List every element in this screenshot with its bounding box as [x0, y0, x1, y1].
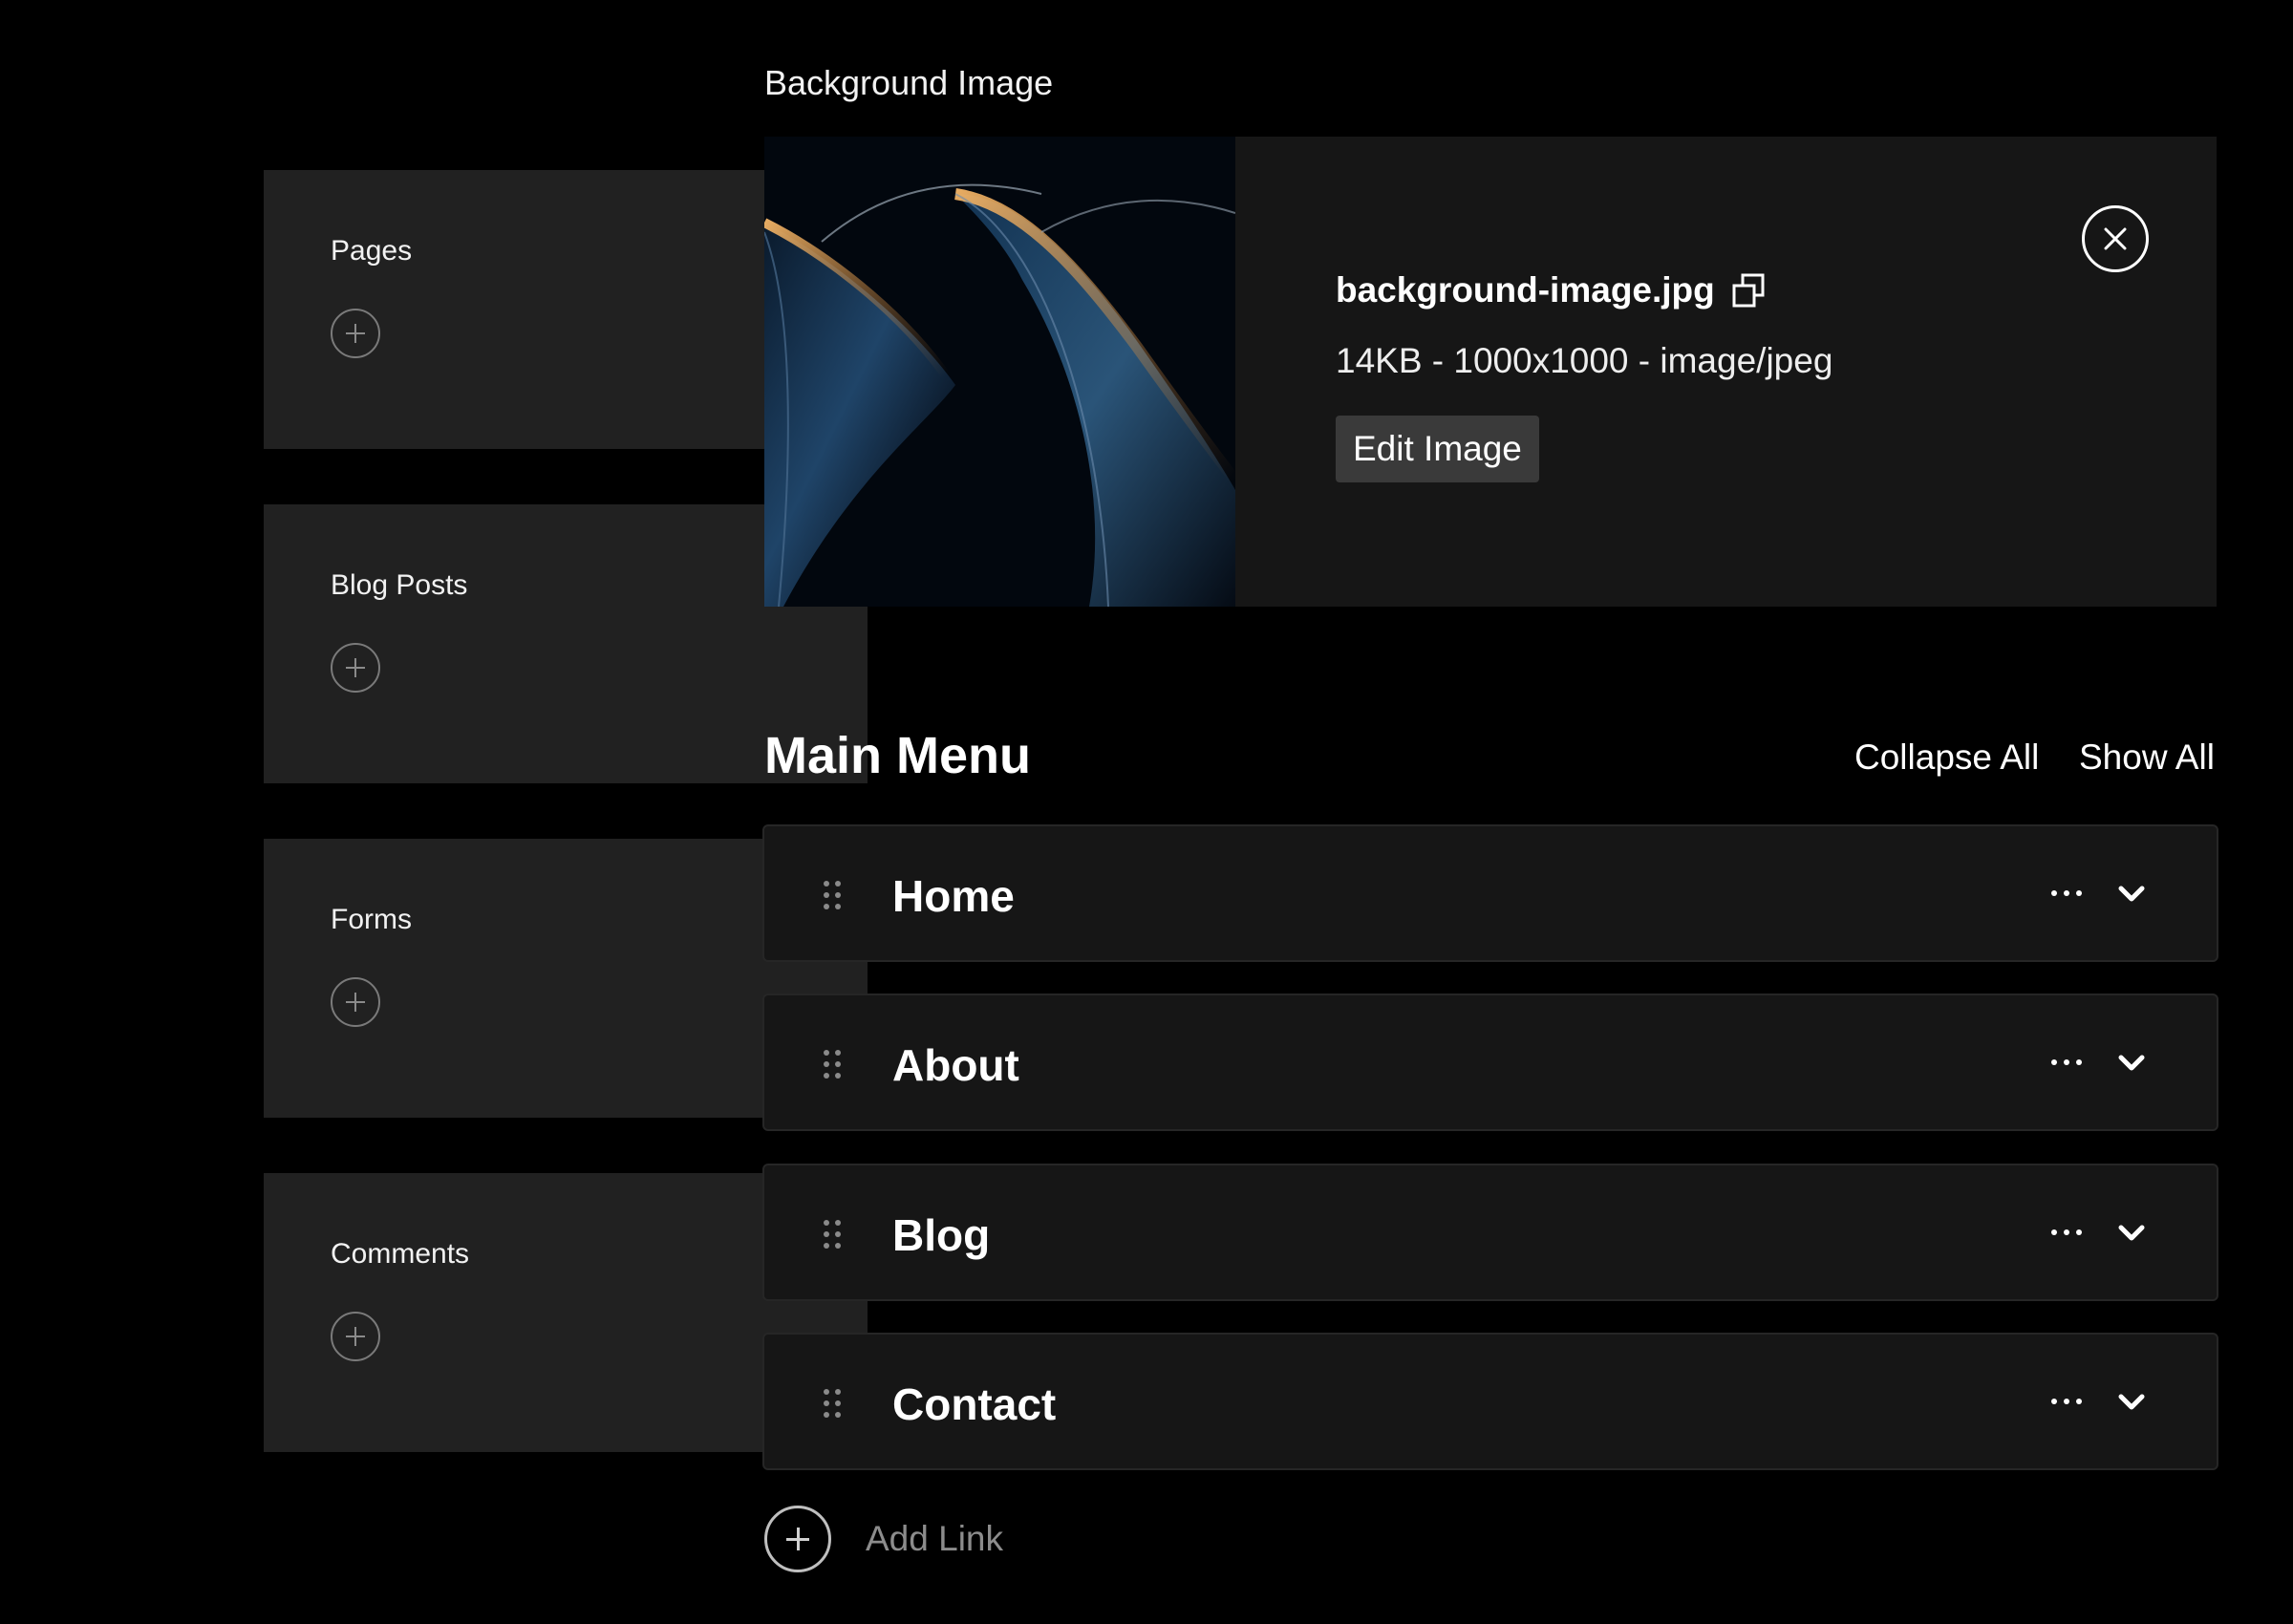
chevron-down-icon[interactable] [2116, 880, 2147, 908]
file-name: background-image.jpg [1336, 270, 1715, 310]
add-form-button[interactable] [331, 977, 380, 1027]
menu-item-label: Home [892, 871, 1015, 921]
chevron-down-icon[interactable] [2116, 1049, 2147, 1078]
drag-handle-icon[interactable] [822, 1048, 843, 1080]
menu-item-label: Blog [892, 1210, 991, 1260]
copy-icon[interactable] [1731, 273, 1766, 310]
abstract-wave-image [764, 137, 1235, 607]
chevron-down-icon[interactable] [2116, 1219, 2147, 1248]
chevron-down-icon[interactable] [2116, 1388, 2147, 1417]
main-menu-title: Main Menu [764, 727, 1031, 784]
add-link-label[interactable]: Add Link [866, 1519, 1003, 1559]
collapse-all-button[interactable]: Collapse All [1854, 737, 2039, 778]
add-page-button[interactable] [331, 309, 380, 358]
image-thumbnail[interactable] [764, 137, 1235, 607]
drag-handle-icon[interactable] [822, 879, 843, 911]
panel-title: Forms [331, 904, 412, 935]
remove-image-button[interactable] [2082, 205, 2149, 272]
close-icon [2104, 227, 2127, 250]
add-comment-button[interactable] [331, 1312, 380, 1361]
more-options-icon[interactable] [2050, 884, 2083, 903]
app-stage: Pages Blog Posts Forms Comments Backgrou… [0, 0, 2293, 1624]
show-all-button[interactable]: Show All [2079, 737, 2215, 778]
menu-item-contact[interactable]: Contact [762, 1333, 2218, 1470]
more-options-icon[interactable] [2050, 1053, 2083, 1072]
drag-handle-icon[interactable] [822, 1387, 843, 1420]
file-meta: 14KB - 1000x1000 - image/jpeg [1336, 341, 1833, 380]
panel-title: Blog Posts [331, 569, 468, 601]
panel-title: Pages [331, 235, 413, 267]
more-options-icon[interactable] [2050, 1223, 2083, 1242]
panel-title: Comments [331, 1238, 470, 1270]
drag-handle-icon[interactable] [822, 1218, 843, 1250]
menu-item-about[interactable]: About [762, 994, 2218, 1131]
add-link-button[interactable] [764, 1506, 831, 1572]
background-image-label: Background Image [764, 63, 1054, 102]
add-blog-post-button[interactable] [331, 643, 380, 693]
menu-item-label: About [892, 1040, 1019, 1090]
menu-item-blog[interactable]: Blog [762, 1164, 2218, 1301]
more-options-icon[interactable] [2050, 1392, 2083, 1411]
menu-item-label: Contact [892, 1379, 1057, 1429]
edit-image-button[interactable]: Edit Image [1336, 416, 1539, 482]
background-image-card: background-image.jpg 14KB - 1000x1000 - … [764, 137, 2217, 607]
menu-item-home[interactable]: Home [762, 824, 2218, 962]
